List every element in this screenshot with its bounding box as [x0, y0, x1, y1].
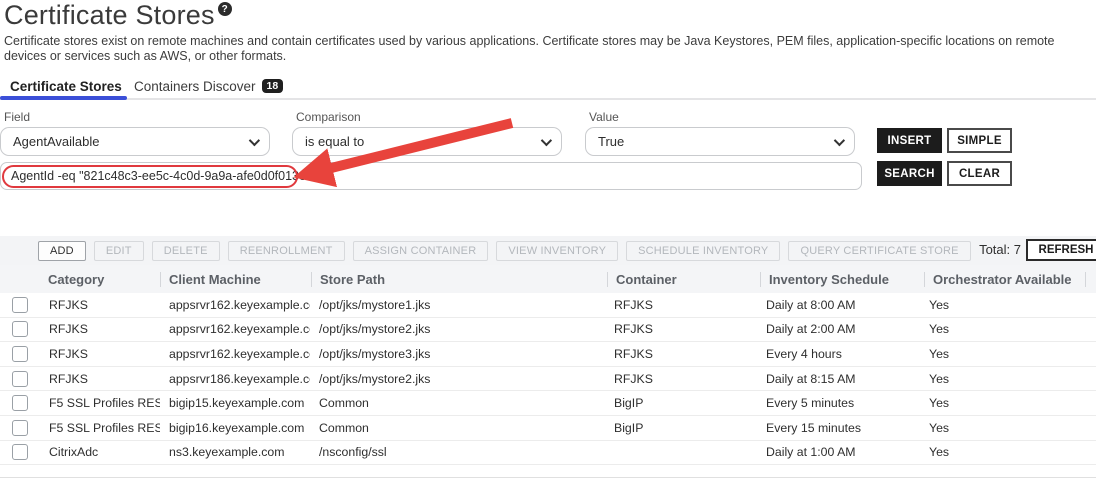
row-checkbox[interactable]	[12, 371, 28, 387]
table-row[interactable]: CitrixAdc ns3.keyexample.com /nsconfig/s…	[0, 441, 1096, 466]
add-button[interactable]: ADD	[38, 241, 86, 261]
chevron-down-icon	[249, 134, 260, 145]
comparison-select[interactable]: is equal to	[292, 127, 562, 156]
column-header-container[interactable]: Container	[608, 272, 760, 287]
query-certificate-store-button: QUERY CERTIFICATE STORE	[788, 241, 970, 261]
page-header: Certificate Stores ?	[4, 0, 232, 31]
query-input[interactable]: AgentId -eq "821c48c3-ee5c-4c0d-9a9a-afe…	[0, 162, 862, 190]
chevron-down-icon	[541, 134, 552, 145]
column-header-inventory-schedule[interactable]: Inventory Schedule	[761, 272, 924, 287]
table-body: RFJKS appsrvr162.keyexample.com /opt/jks…	[0, 293, 1096, 465]
view-inventory-button: VIEW INVENTORY	[496, 241, 618, 261]
schedule-inventory-button: SCHEDULE INVENTORY	[626, 241, 780, 261]
refresh-button[interactable]: REFRESH	[1026, 239, 1096, 261]
page-title: Certificate Stores	[4, 0, 215, 31]
total-count: Total: 7	[979, 242, 1021, 257]
field-select[interactable]: AgentAvailable	[0, 127, 270, 156]
value-label: Value	[589, 110, 619, 124]
assign-container-button: ASSIGN CONTAINER	[353, 241, 489, 261]
edit-button: EDIT	[94, 241, 144, 261]
row-checkbox[interactable]	[12, 346, 28, 362]
discover-count-badge: 18	[262, 79, 284, 94]
column-header-orchestrator-available[interactable]: Orchestrator Available	[925, 272, 1085, 287]
table-row[interactable]: F5 SSL Profiles REST bigip16.keyexample.…	[0, 416, 1096, 441]
search-button[interactable]: SEARCH	[877, 161, 942, 186]
row-checkbox[interactable]	[12, 321, 28, 337]
help-icon[interactable]: ?	[218, 2, 232, 16]
row-checkbox[interactable]	[12, 444, 28, 460]
tab-bar: Certificate Stores Containers Discover 1…	[0, 74, 1096, 100]
table-header-row: Category Client Machine Store Path Conta…	[0, 265, 1096, 293]
row-checkbox[interactable]	[12, 297, 28, 313]
delete-button: DELETE	[152, 241, 220, 261]
clear-button[interactable]: CLEAR	[947, 161, 1012, 186]
tab-certificate-stores[interactable]: Certificate Stores	[10, 74, 122, 98]
comparison-label: Comparison	[296, 110, 361, 124]
grid-toolbar: ADD EDIT DELETE REENROLLMENT ASSIGN CONT…	[0, 236, 1096, 265]
query-text: AgentId -eq "821c48c3-ee5c-4c0d-9a9a-afe…	[11, 169, 317, 183]
active-tab-indicator	[0, 96, 127, 100]
table-row[interactable]: RFJKS appsrvr162.keyexample.com /opt/jks…	[0, 293, 1096, 318]
table-row[interactable]: RFJKS appsrvr162.keyexample.com /opt/jks…	[0, 318, 1096, 343]
tab-discover[interactable]: Discover 18	[203, 74, 283, 98]
value-select[interactable]: True	[585, 127, 855, 156]
column-header-category[interactable]: Category	[40, 272, 160, 287]
table-row[interactable]: RFJKS appsrvr186.keyexample.com /opt/jks…	[0, 367, 1096, 392]
simple-button[interactable]: SIMPLE	[947, 128, 1012, 153]
table-row[interactable]: RFJKS appsrvr162.keyexample.com /opt/jks…	[0, 342, 1096, 367]
field-label: Field	[4, 110, 30, 124]
column-header-client-machine[interactable]: Client Machine	[161, 272, 311, 287]
certificate-stores-page: Certificate Stores ? Certificate stores …	[0, 0, 1096, 482]
tab-containers[interactable]: Containers	[134, 74, 199, 98]
row-checkbox[interactable]	[12, 420, 28, 436]
reenrollment-button: REENROLLMENT	[228, 241, 345, 261]
page-description: Certificate stores exist on remote machi…	[4, 34, 1092, 64]
certificate-stores-grid: ADD EDIT DELETE REENROLLMENT ASSIGN CONT…	[0, 236, 1096, 478]
table-row[interactable]: F5 SSL Profiles REST bigip15.keyexample.…	[0, 391, 1096, 416]
column-header-store-path[interactable]: Store Path	[312, 272, 607, 287]
insert-button[interactable]: INSERT	[877, 128, 942, 153]
chevron-down-icon	[834, 134, 845, 145]
row-checkbox[interactable]	[12, 395, 28, 411]
